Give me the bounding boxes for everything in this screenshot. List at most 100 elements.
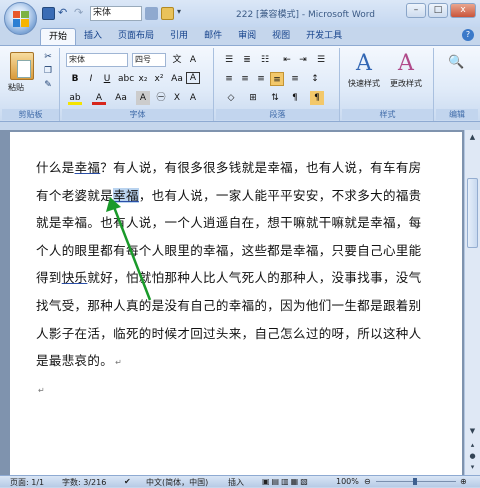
text-line: 找气受，那种人真的是没有自己的幸福的，因为他们一生都是跟着别 — [36, 292, 461, 320]
asian-typography-icon[interactable]: ¶ — [310, 91, 324, 105]
paste-icon[interactable] — [10, 52, 34, 80]
editing-group-label: 编辑 — [436, 109, 478, 120]
qat-font-dropdown[interactable]: 宋体 — [90, 6, 142, 21]
next-page-icon[interactable]: ▾ — [467, 462, 478, 473]
show-marks-icon[interactable]: ¶ — [288, 91, 302, 105]
change-styles-label: 更改样式 — [390, 79, 422, 88]
justify-icon[interactable]: ≡ — [270, 72, 284, 86]
text-run: 找气受，那种人真的是没有自己的幸福的，因为他们一生都是跟着别 — [36, 297, 422, 313]
undo-icon[interactable]: ↶ — [58, 7, 71, 20]
character-border-icon[interactable]: A — [186, 72, 200, 84]
multilevel-list-icon[interactable]: ☷ — [258, 53, 272, 67]
tab-review[interactable]: 审阅 — [230, 28, 264, 45]
save-icon[interactable] — [42, 7, 55, 20]
cut-icon[interactable]: ✂ — [42, 52, 54, 63]
scroll-down-icon[interactable]: ▼ — [467, 426, 478, 437]
styles-group: A 快速样式 A 更改样式 样式 — [342, 48, 434, 121]
text-line: 得到快乐就好，怕就怕那种人比人气死人的那种人，没事找事，没气 — [36, 264, 461, 292]
grow-font-icon[interactable]: Aa — [114, 91, 128, 105]
font-size-dropdown[interactable]: 四号 — [132, 53, 166, 67]
align-left-icon[interactable]: ≡ — [222, 72, 236, 86]
tab-developer[interactable]: 开发工具 — [298, 28, 350, 45]
folder-icon[interactable] — [161, 7, 174, 20]
character-shading-icon[interactable]: A — [186, 91, 200, 105]
page-count[interactable]: 页面: 1/1 — [10, 477, 44, 488]
language[interactable]: 中文(简体，中国) — [146, 477, 208, 488]
decrease-indent-icon[interactable]: ⇤ — [280, 53, 294, 67]
bullets-icon[interactable]: ☰ — [222, 53, 236, 67]
quick-access-toolbar: ↶ ↷ 宋体 ▾ — [42, 5, 190, 22]
font-color-icon[interactable]: A — [92, 91, 106, 105]
document-text[interactable]: 什么是幸福？有人说，有很多很多钱就是幸福，也有人说，有车有房 有个老婆就是幸福，… — [36, 154, 461, 402]
scroll-up-icon[interactable]: ▲ — [467, 132, 478, 143]
tab-references[interactable]: 引用 — [162, 28, 196, 45]
phonetic-guide-icon[interactable]: 文 — [170, 53, 184, 67]
shading-icon[interactable]: A — [136, 91, 150, 105]
browse-object-icon[interactable]: ● — [467, 451, 478, 462]
chinese-layout-icon[interactable]: ☰ — [314, 53, 328, 67]
prev-page-icon[interactable]: ▴ — [467, 440, 478, 451]
clear-format-icon[interactable]: A — [186, 53, 200, 67]
sort-icon[interactable]: ⇅ — [268, 91, 282, 105]
subscript-button[interactable]: x₂ — [136, 72, 150, 86]
align-center-icon[interactable]: ≡ — [238, 72, 252, 86]
zoom-out-icon[interactable]: ⊖ — [364, 477, 371, 486]
tab-mailings[interactable]: 邮件 — [196, 28, 230, 45]
customize-qat-icon[interactable]: ▾ — [177, 7, 190, 20]
redo-icon[interactable]: ↷ — [74, 7, 87, 20]
zoom-in-icon[interactable]: ⊕ — [460, 477, 467, 486]
strikethrough-button[interactable]: abc — [118, 72, 134, 86]
bold-button[interactable]: B — [68, 72, 82, 86]
maximize-button[interactable]: □ — [428, 3, 448, 18]
find-icon[interactable]: 🔍 — [448, 56, 464, 70]
word-count[interactable]: 字数: 3/216 — [62, 477, 106, 488]
quick-styles-button[interactable]: A 快速样式 — [346, 52, 382, 89]
vertical-scrollbar[interactable]: ▲ ▼ ▴ ● ▾ — [464, 130, 480, 475]
tab-home[interactable]: 开始 — [40, 28, 77, 45]
tab-insert[interactable]: 插入 — [76, 28, 110, 45]
editing-group: 🔍 编辑 — [436, 48, 478, 121]
zoom-slider-thumb[interactable] — [413, 478, 417, 485]
proofing-icon[interactable]: ✔ — [124, 477, 131, 486]
text-run: 就是幸福。也有人说，一个人逍遥自在，想干嘛就干嘛就是幸福，每 — [36, 215, 422, 231]
format-painter-icon[interactable]: ✎ — [42, 80, 54, 91]
text-line: 人影子在活，临死的时候才回过头来，自己怎么过的呀，所以这种人 — [36, 320, 461, 348]
superscript-button[interactable]: x² — [152, 72, 166, 86]
styles-group-label: 样式 — [342, 109, 433, 120]
tab-view[interactable]: 视图 — [264, 28, 298, 45]
close-button[interactable]: x — [450, 3, 476, 18]
minimize-button[interactable]: – — [406, 3, 426, 18]
numbering-icon[interactable]: ≣ — [240, 53, 254, 67]
text-line: 就是幸福。也有人说，一个人逍遥自在，想干嘛就干嘛就是幸福，每 — [36, 209, 461, 237]
shading-fill-icon[interactable]: ◇ — [224, 91, 238, 105]
align-right-icon[interactable]: ≡ — [254, 72, 268, 86]
zoom-level[interactable]: 100% — [336, 477, 359, 486]
increase-indent-icon[interactable]: ⇥ — [296, 53, 310, 67]
underline-button[interactable]: U — [100, 72, 114, 86]
enclose-characters-icon[interactable]: ㊀ — [154, 91, 168, 105]
asian-layout-icon[interactable]: X — [170, 91, 184, 105]
view-buttons[interactable]: ▣▤▥▦▧ — [262, 477, 310, 486]
text-run: 什么是 — [36, 160, 75, 175]
font-name-dropdown[interactable]: 宋体 — [66, 53, 128, 67]
line-spacing-icon[interactable]: ↕ — [308, 72, 322, 86]
italic-button[interactable]: I — [84, 72, 98, 86]
change-case-icon[interactable]: Aa — [170, 72, 184, 86]
paste-label[interactable]: 粘贴 — [8, 82, 24, 93]
format-icon[interactable] — [145, 7, 158, 20]
text-line: 什么是幸福？有人说，有很多很多钱就是幸福，也有人说，有车有房 — [36, 154, 461, 182]
scroll-thumb[interactable] — [467, 178, 478, 248]
highlight-color-icon[interactable]: ab — [68, 91, 82, 105]
document-page[interactable]: 什么是幸福？有人说，有很多很多钱就是幸福，也有人说，有车有房 有个老婆就是幸福，… — [10, 132, 462, 475]
paragraph-group: ☰ ≣ ☷ ⇤ ⇥ ☰ ≡ ≡ ≡ ≡ ≡ ↕ ◇ ⊞ ⇅ ¶ ¶ 段落 — [216, 48, 340, 121]
help-icon[interactable]: ? — [462, 29, 474, 41]
office-button[interactable] — [4, 2, 37, 35]
insert-mode[interactable]: 插入 — [228, 477, 244, 488]
tab-page-layout[interactable]: 页面布局 — [110, 28, 162, 45]
selected-text[interactable]: 幸福 — [113, 187, 139, 203]
borders-icon[interactable]: ⊞ — [246, 91, 260, 105]
copy-icon[interactable]: ❐ — [42, 66, 54, 77]
change-styles-button[interactable]: A 更改样式 — [388, 52, 424, 89]
distributed-icon[interactable]: ≡ — [288, 72, 302, 86]
status-bar: 页面: 1/1 字数: 3/216 ✔ 中文(简体，中国) 插入 ▣▤▥▦▧ 1… — [0, 475, 480, 487]
